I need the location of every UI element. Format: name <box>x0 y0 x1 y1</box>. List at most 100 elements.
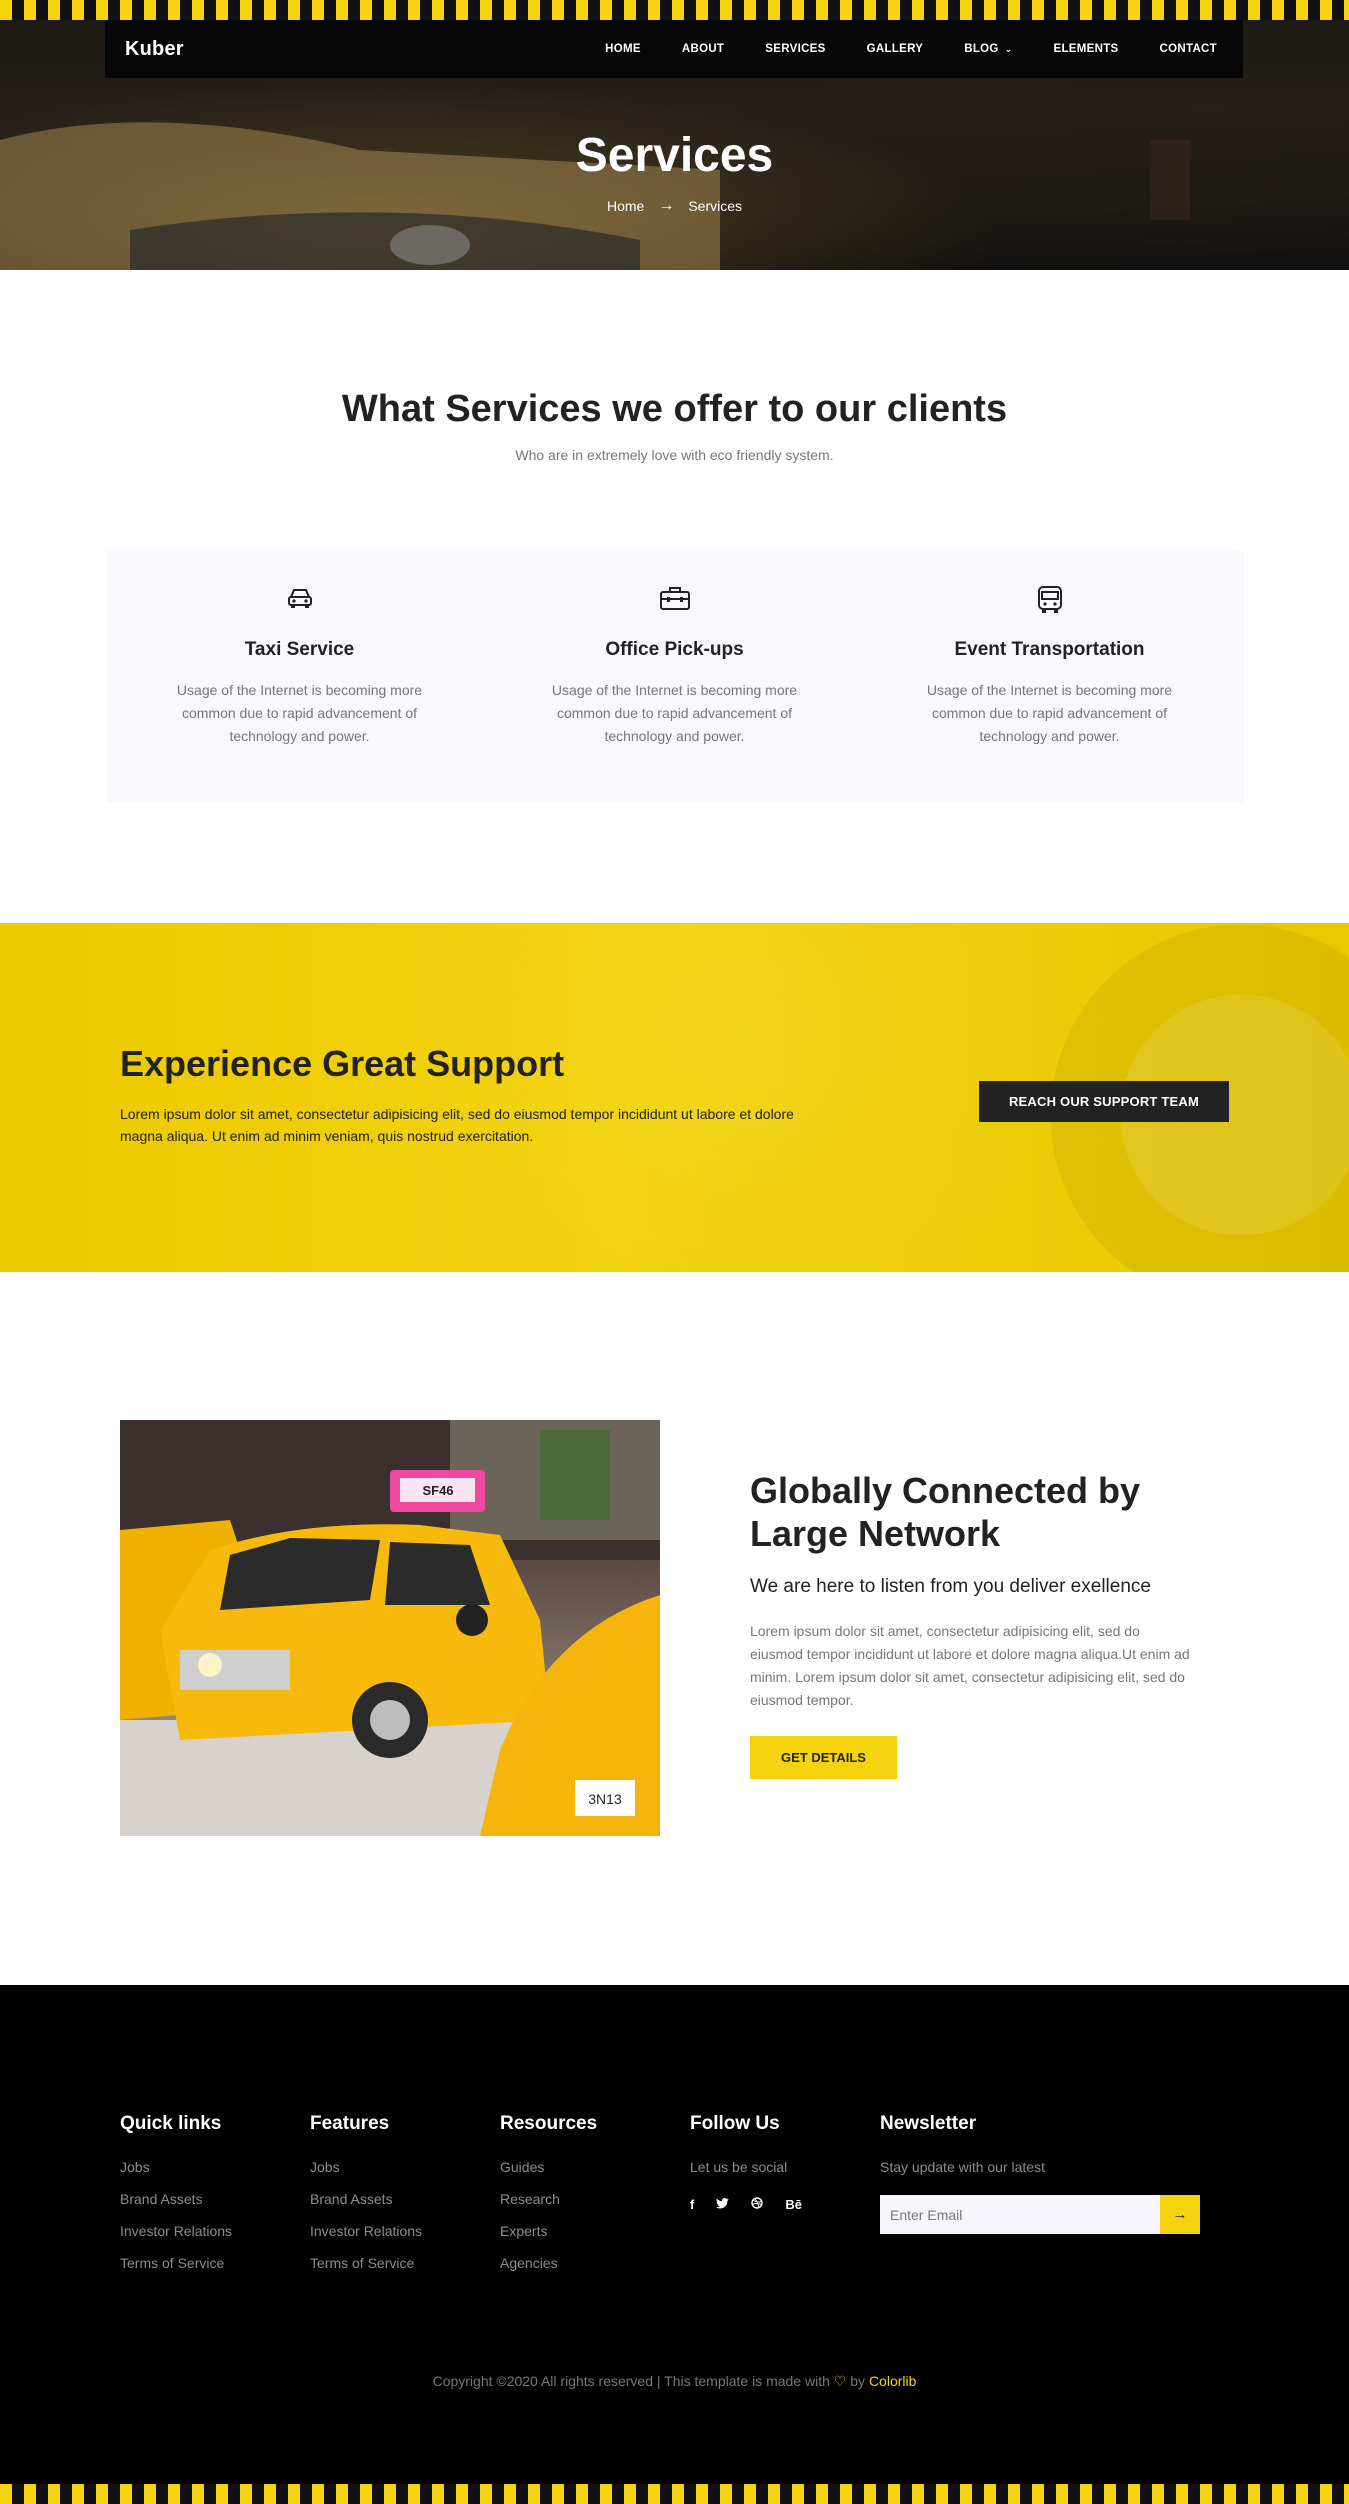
facebook-icon[interactable]: f <box>690 2197 694 2212</box>
nav-about[interactable]: ABOUT <box>682 43 724 55</box>
service-card-office: Office Pick-ups Usage of the Internet is… <box>535 551 815 803</box>
taxi-photo: SF46 3N13 <box>120 1420 660 1836</box>
nav-label: GALLERY <box>866 43 924 55</box>
breadcrumb-current: Services <box>688 198 743 214</box>
support-banner: Experience Great Support Lorem ipsum dol… <box>0 923 1349 1272</box>
service-cards: Taxi Service Usage of the Internet is be… <box>105 551 1244 803</box>
hero-content: Services Home → Services <box>0 128 1349 215</box>
support-content: Experience Great Support Lorem ipsum dol… <box>120 1043 1229 1147</box>
footer-link[interactable]: Research <box>500 2191 690 2207</box>
footer-link[interactable]: Investor Relations <box>310 2223 500 2239</box>
support-text-block: Experience Great Support Lorem ipsum dol… <box>120 1043 840 1147</box>
network-content: Globally Connected by Large Network We a… <box>750 1469 1190 1779</box>
newsletter-text: Stay update with our latest <box>880 2159 1045 2175</box>
services-subtitle: Who are in extremely love with eco frien… <box>515 447 834 463</box>
footer-column-title: Features <box>310 2113 390 2134</box>
footer-quick-links: Quick links Jobs Brand Assets Investor R… <box>120 2113 310 2287</box>
top-navbar: Kuber HOME ABOUT SERVICES GALLERY BLOG ⌄ … <box>105 20 1243 78</box>
chevron-down-icon: ⌄ <box>1004 43 1013 54</box>
nav-label: CONTACT <box>1159 43 1217 55</box>
service-card-title: Event Transportation <box>954 639 1145 660</box>
footer-column-title: Resources <box>500 2113 598 2134</box>
site-footer: Quick links Jobs Brand Assets Investor R… <box>0 1985 1349 2504</box>
nav-label: HOME <box>605 43 641 55</box>
behance-icon[interactable]: Bē <box>785 2197 802 2212</box>
breadcrumb-home[interactable]: Home <box>607 198 644 214</box>
service-card-taxi: Taxi Service Usage of the Internet is be… <box>160 551 440 803</box>
footer-link[interactable]: Experts <box>500 2223 690 2239</box>
nav-services[interactable]: SERVICES <box>765 43 825 55</box>
copyright-text: Copyright ©2020 All rights reserved | Th… <box>0 2373 1349 2390</box>
nav-label: BLOG <box>964 43 999 55</box>
follow-text: Let us be social <box>690 2159 788 2175</box>
car-icon <box>160 585 440 621</box>
nav-label: ELEMENTS <box>1053 43 1119 55</box>
service-card-text: Usage of the Internet is becoming more c… <box>926 682 1173 744</box>
nav-elements[interactable]: ELEMENTS <box>1054 43 1119 55</box>
support-title: Experience Great Support <box>120 1043 565 1084</box>
footer-resources: Resources Guides Research Experts Agenci… <box>500 2113 690 2287</box>
hero-banner: Kuber HOME ABOUT SERVICES GALLERY BLOG ⌄ … <box>0 0 1349 270</box>
briefcase-icon <box>535 585 815 621</box>
plate-text: 3N13 <box>588 1791 622 1807</box>
footer-link[interactable]: Jobs <box>310 2159 500 2175</box>
nav-contact[interactable]: CONTACT <box>1160 43 1217 55</box>
newsletter-submit-button[interactable]: → <box>1160 2195 1200 2234</box>
breadcrumb: Home → Services <box>0 197 1349 215</box>
network-description: Lorem ipsum dolor sit amet, consectetur … <box>750 1623 1190 1708</box>
footer-column-title: Quick links <box>120 2113 222 2134</box>
checker-stripe-bottom <box>0 2484 1349 2504</box>
copyright-prefix: Copyright ©2020 All rights reserved | Th… <box>432 2373 830 2389</box>
nav-blog[interactable]: BLOG ⌄ <box>964 43 1012 55</box>
footer-link[interactable]: Brand Assets <box>310 2191 500 2207</box>
nav-home[interactable]: HOME <box>605 43 641 55</box>
nav-label: ABOUT <box>681 43 725 55</box>
colorlib-link[interactable]: Colorlib <box>869 2373 916 2389</box>
footer-column-title: Newsletter <box>880 2113 977 2134</box>
copyright-by: by <box>850 2373 866 2389</box>
social-links: f Bē <box>690 2197 880 2212</box>
service-card-text: Usage of the Internet is becoming more c… <box>176 682 423 744</box>
get-details-button[interactable]: GET DETAILS <box>750 1736 897 1779</box>
taxi-sign-text: SF46 <box>422 1483 453 1498</box>
service-card-text: Usage of the Internet is becoming more c… <box>551 682 798 744</box>
taxi-illustration: SF46 3N13 <box>120 1420 660 1836</box>
footer-column-title: Follow Us <box>690 2113 780 2134</box>
network-title: Globally Connected by Large Network <box>750 1470 1141 1554</box>
footer-link[interactable]: Terms of Service <box>120 2255 310 2271</box>
network-subtitle: We are here to listen from you deliver e… <box>750 1576 1151 1597</box>
newsletter-form: → <box>880 2195 1200 2234</box>
footer-features: Features Jobs Brand Assets Investor Rela… <box>310 2113 500 2287</box>
footer-link[interactable]: Brand Assets <box>120 2191 310 2207</box>
checker-stripe-top <box>0 0 1349 20</box>
footer-link[interactable]: Guides <box>500 2159 690 2175</box>
main-nav: HOME ABOUT SERVICES GALLERY BLOG ⌄ ELEMEN… <box>564 43 1217 55</box>
footer-newsletter: Newsletter Stay update with our latest → <box>880 2113 1200 2287</box>
twitter-icon[interactable] <box>716 2197 729 2212</box>
footer-columns: Quick links Jobs Brand Assets Investor R… <box>120 2113 1229 2287</box>
network-section: SF46 3N13 Globally Connected by Large Ne… <box>0 1272 1349 1985</box>
footer-link[interactable]: Investor Relations <box>120 2223 310 2239</box>
nav-label: SERVICES <box>765 43 826 55</box>
footer-link[interactable]: Agencies <box>500 2255 690 2271</box>
page-title: Services <box>575 129 774 182</box>
nav-gallery[interactable]: GALLERY <box>867 43 924 55</box>
footer-link-list: Jobs Brand Assets Investor Relations Ter… <box>310 2159 500 2271</box>
services-title: What Services we offer to our clients <box>341 388 1008 430</box>
heart-icon: ♡ <box>833 2373 847 2389</box>
reach-support-button[interactable]: REACH OUR SUPPORT TEAM <box>978 1081 1229 1122</box>
arrow-right-icon: → <box>658 197 675 214</box>
service-card-title: Office Pick-ups <box>605 639 744 660</box>
bus-icon <box>910 585 1190 621</box>
services-section: What Services we offer to our clients Wh… <box>0 270 1349 923</box>
dribbble-icon[interactable] <box>751 2197 764 2212</box>
email-field[interactable] <box>880 2195 1160 2234</box>
footer-link[interactable]: Jobs <box>120 2159 310 2175</box>
footer-follow: Follow Us Let us be social f Bē <box>690 2113 880 2287</box>
footer-link[interactable]: Terms of Service <box>310 2255 500 2271</box>
arrow-right-icon: → <box>1172 2206 1188 2223</box>
service-card-title: Taxi Service <box>244 639 355 660</box>
service-card-event: Event Transportation Usage of the Intern… <box>910 551 1190 803</box>
site-logo[interactable]: Kuber <box>125 38 184 61</box>
support-description: Lorem ipsum dolor sit amet, consectetur … <box>120 1106 794 1144</box>
